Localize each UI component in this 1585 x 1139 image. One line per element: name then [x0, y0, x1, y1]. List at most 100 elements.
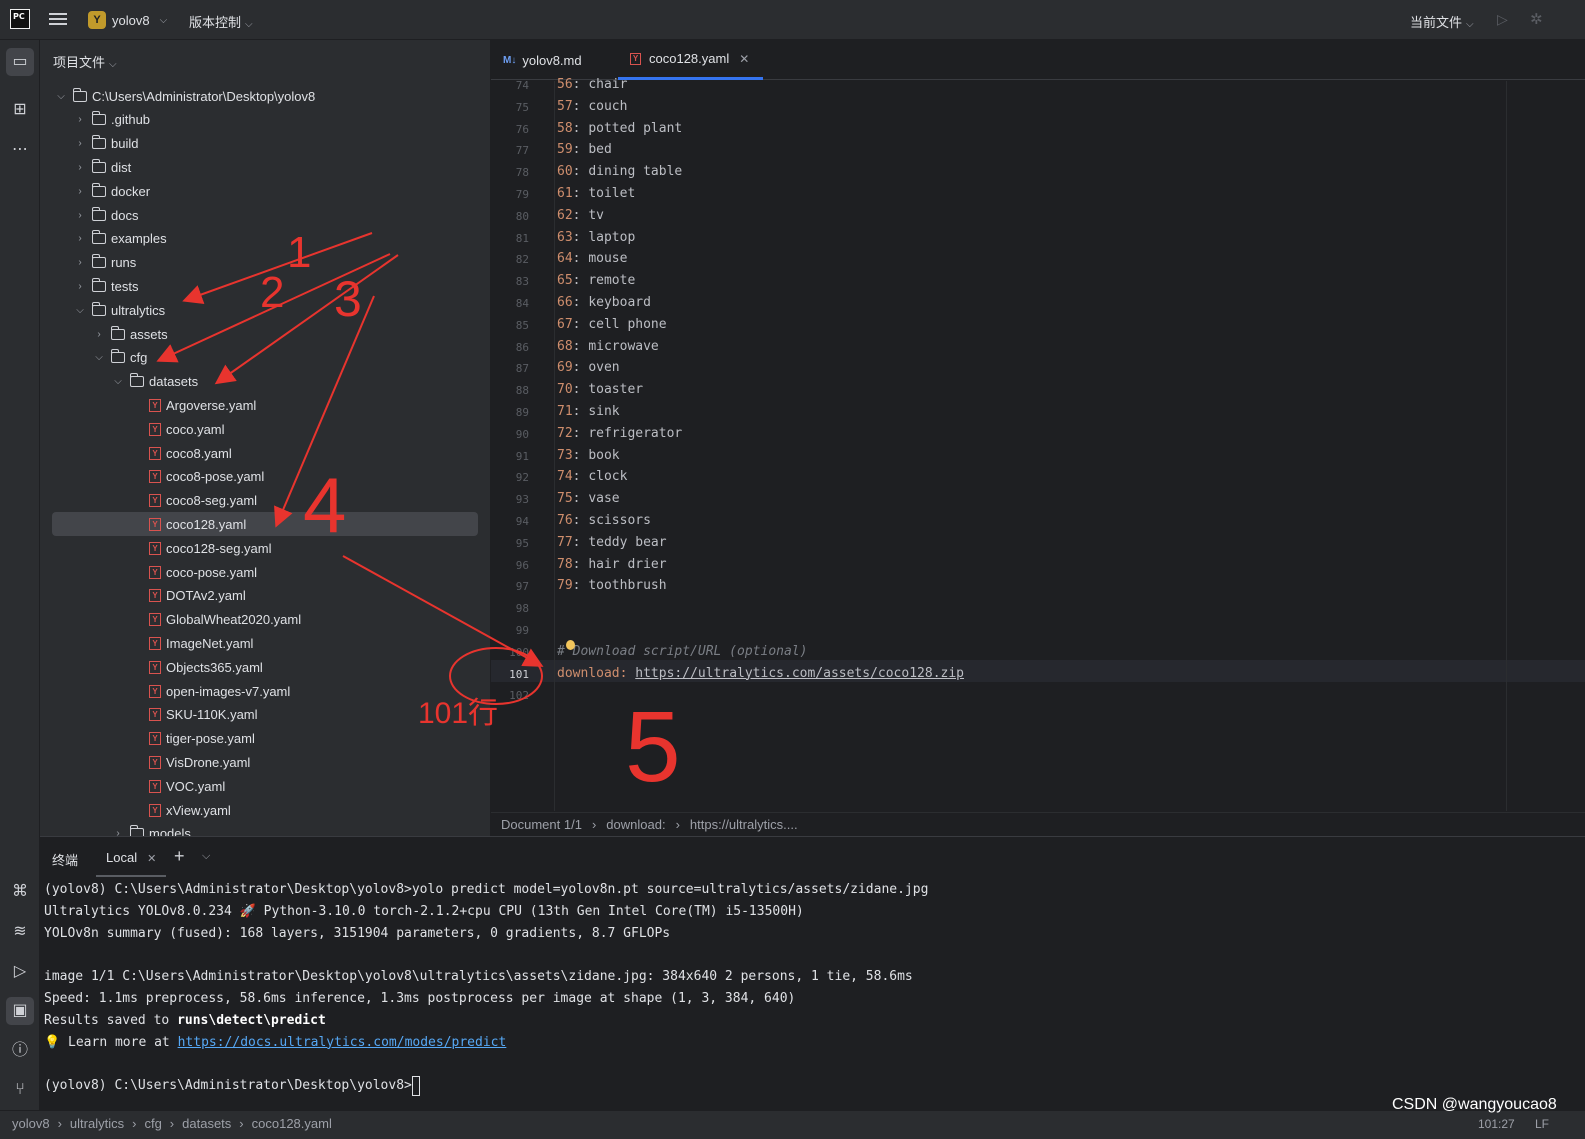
tree-root[interactable]: ⌵ C:\Users\Administrator\Desktop\yolov8	[54, 84, 315, 108]
line-number: 82	[515, 253, 529, 267]
tree-file[interactable]: Y Objects365.yaml	[130, 655, 263, 679]
close-icon[interactable]: ✕	[147, 853, 156, 865]
status-breadcrumb: yolov8 › ultralytics › cfg › datasets › coco…	[12, 1116, 332, 1131]
code-line: 66: keyboard	[557, 292, 651, 314]
class-index: 64	[557, 251, 573, 267]
tree-folder-tests[interactable]: › tests	[73, 274, 138, 298]
tree-file[interactable]: Yopen-images-v7.yaml	[130, 679, 290, 703]
tree-file[interactable]: Y VisDrone.yaml	[130, 750, 250, 774]
chevron-down-icon[interactable]: ⌵	[92, 352, 106, 363]
tree-file[interactable]: Ycoco128-seg.yaml	[130, 536, 272, 560]
crumb-file[interactable]: coco128.yaml	[252, 1116, 332, 1131]
breadcrumb-document[interactable]: Document 1/1	[501, 817, 582, 832]
cursor-position[interactable]: 101:27	[1478, 1117, 1515, 1131]
lightbulb-icon[interactable]	[566, 640, 575, 650]
class-name: toothbrush	[588, 578, 667, 594]
more-icon[interactable]: ⋯	[6, 136, 34, 164]
tree-folder-examples[interactable]: › examples	[73, 227, 167, 251]
tree-item-label: ImageNet.yaml	[166, 635, 254, 651]
chevron-down-icon[interactable]: ⌵	[202, 850, 210, 863]
breadcrumb-key[interactable]: download:	[606, 817, 665, 832]
crumb-ultralytics[interactable]: ultralytics	[70, 1116, 124, 1131]
crumb-project[interactable]: yolov8	[12, 1116, 50, 1131]
chevron-right-icon[interactable]: ›	[73, 233, 87, 244]
terminal-icon[interactable]: ▣	[6, 997, 34, 1025]
chevron-right-icon[interactable]: ›	[73, 162, 87, 173]
vcs-menu[interactable]: 版本控制 ⌵	[189, 12, 253, 31]
tree-file[interactable]: Ycoco8.yaml	[130, 441, 232, 465]
python-console-icon[interactable]: ⌘	[6, 878, 34, 906]
tree-folder-datasets[interactable]: ⌵ datasets	[111, 370, 198, 394]
chevron-down-icon[interactable]: ⌵	[111, 376, 125, 387]
folder-icon	[92, 111, 106, 126]
docs-link[interactable]: https://docs.ultralytics.com/modes/predi…	[178, 1035, 507, 1050]
chevron-right-icon[interactable]: ›	[73, 257, 87, 268]
layers-icon[interactable]: ≋	[6, 918, 34, 946]
tree-folder-models[interactable]: › models	[111, 822, 191, 836]
tree-folder-docs[interactable]: › docs	[73, 203, 138, 227]
debug-icon[interactable]: ✲	[1530, 10, 1543, 28]
tab-coco128-yaml[interactable]: Y coco128.yaml ✕	[618, 40, 764, 80]
chevron-right-icon[interactable]: ›	[73, 114, 87, 125]
add-terminal-icon[interactable]: +	[174, 846, 185, 867]
run-icon[interactable]: ▷	[1497, 11, 1508, 28]
chevron-right-icon[interactable]: ›	[73, 138, 87, 149]
class-index: 58	[557, 120, 573, 136]
tree-file[interactable]: Ycoco-pose.yaml	[130, 560, 257, 584]
tree-file[interactable]: Y GlobalWheat2020.yaml	[130, 608, 301, 632]
problems-icon[interactable]: ⓘ	[6, 1037, 34, 1065]
tree-file[interactable]: Ytiger-pose.yaml	[130, 727, 255, 751]
chevron-right-icon[interactable]: ›	[73, 210, 87, 221]
tree-folder-runs[interactable]: › runs	[73, 251, 136, 275]
yaml-file-icon: Y	[149, 541, 161, 555]
tree-folder-build[interactable]: › build	[73, 132, 138, 156]
terminal-tab-local[interactable]: Local ✕	[96, 837, 167, 877]
main-menu-icon[interactable]	[49, 10, 67, 28]
class-index: 70	[557, 382, 573, 398]
yaml-file-icon: Y	[149, 803, 161, 817]
chevron-down-icon[interactable]: ⌵	[73, 305, 87, 316]
comment-text: # Download script/URL (optional)	[557, 643, 808, 659]
terminal-prompt-line[interactable]: (yolov8) C:\Users\Administrator\Desktop\…	[44, 1075, 420, 1097]
tree-file[interactable]: Y DOTAv2.yaml	[130, 584, 246, 608]
chevron-right-icon[interactable]: ›	[73, 186, 87, 197]
chevron-right-icon[interactable]: ›	[111, 828, 125, 836]
project-panel-header[interactable]: 项目文件 ⌵	[53, 52, 117, 71]
tree-folder-docker[interactable]: › docker	[73, 179, 150, 203]
run-config-label: 当前文件	[1410, 15, 1463, 30]
chevron-right-icon[interactable]: ›	[92, 329, 106, 340]
code-separator: :	[572, 295, 589, 310]
breadcrumb-value[interactable]: https://ultralytics....	[690, 817, 798, 832]
tree-file[interactable]: Ycoco8-pose.yaml	[130, 465, 264, 489]
crumb-datasets[interactable]: datasets	[182, 1116, 231, 1131]
project-selector[interactable]: Y yolov8 ⌵	[88, 10, 167, 30]
line-number: 101	[509, 667, 529, 681]
run-config-selector[interactable]: 当前文件 ⌵	[1410, 12, 1474, 31]
tree-folder-assets[interactable]: › assets	[92, 322, 168, 346]
project-folder-icon[interactable]: ▭	[6, 48, 34, 76]
structure-icon[interactable]: ⊞	[6, 96, 34, 124]
tree-folder-github[interactable]: › .github	[73, 108, 150, 132]
tree-file[interactable]: Y ImageNet.yaml	[130, 631, 253, 655]
class-name: oven	[588, 360, 620, 376]
tree-file[interactable]: Ycoco.yaml	[130, 417, 225, 441]
chevron-down-icon[interactable]: ⌵	[54, 91, 68, 102]
tree-folder-ultralytics[interactable]: ⌵ ultralytics	[73, 298, 165, 322]
tree-folder-cfg[interactable]: ⌵ cfg	[92, 346, 147, 370]
code-separator: :	[572, 77, 589, 92]
tree-file[interactable]: Ycoco8-seg.yaml	[130, 489, 257, 513]
tree-folder-dist[interactable]: › dist	[73, 155, 131, 179]
crumb-cfg[interactable]: cfg	[144, 1116, 161, 1131]
tree-file[interactable]: YxView.yaml	[130, 798, 231, 822]
line-ending[interactable]: LF	[1535, 1117, 1549, 1131]
tree-file[interactable]: Y Argoverse.yaml	[130, 393, 256, 417]
services-icon[interactable]: ▷	[6, 958, 34, 986]
close-icon[interactable]: ✕	[739, 52, 749, 66]
tree-item-label: tests	[111, 278, 139, 294]
tree-file[interactable]: Ycoco128.yaml	[52, 512, 478, 537]
download-url-link[interactable]: https://ultralytics.com/assets/coco128.z…	[635, 666, 964, 681]
tree-file[interactable]: Y VOC.yaml	[130, 774, 225, 798]
git-icon[interactable]: ⑂	[6, 1076, 34, 1104]
chevron-right-icon[interactable]: ›	[73, 281, 87, 292]
tree-file[interactable]: Y SKU-110K.yaml	[130, 703, 258, 727]
